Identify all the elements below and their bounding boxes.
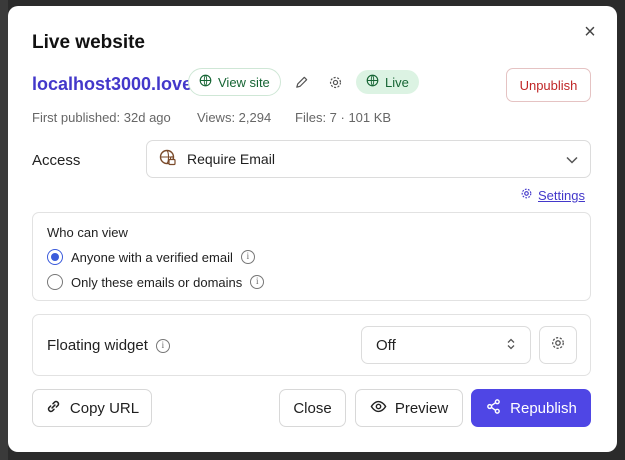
chevron-down-icon xyxy=(566,151,578,167)
access-label: Access xyxy=(32,152,81,169)
live-status-badge: Live xyxy=(356,70,419,94)
preview-button[interactable]: Preview xyxy=(355,389,463,427)
pencil-icon[interactable] xyxy=(289,70,313,94)
floating-widget-panel: Floating widget i Off xyxy=(32,314,591,376)
radio-option-label: Anyone with a verified email xyxy=(71,249,233,265)
site-url-link[interactable]: localhost3000.love xyxy=(32,74,192,95)
radio-button[interactable] xyxy=(47,274,63,290)
info-icon[interactable]: i xyxy=(240,250,255,264)
lock-globe-icon xyxy=(159,149,177,170)
view-site-button[interactable]: View site xyxy=(188,68,281,96)
settings-link[interactable]: Settings xyxy=(520,187,585,203)
floating-widget-row: Floating widget i xyxy=(47,337,170,354)
floating-widget-select[interactable]: Off xyxy=(361,326,531,364)
files-info-text: Files: 7 · 101 KB xyxy=(295,110,392,125)
share-icon xyxy=(485,398,502,419)
access-select[interactable]: Require Email xyxy=(146,140,591,178)
close-icon[interactable]: × xyxy=(580,22,600,42)
widget-settings-button[interactable] xyxy=(539,326,577,364)
preview-label: Preview xyxy=(394,399,449,417)
first-published-text: First published: 32d ago xyxy=(32,110,171,125)
views-count-text: Views: 2,294 xyxy=(197,110,272,125)
floating-widget-value: Off xyxy=(376,336,396,354)
chevron-up-down-icon xyxy=(506,338,516,353)
floating-widget-label: Floating widget xyxy=(47,337,148,354)
backdrop xyxy=(0,0,8,460)
info-icon[interactable]: i xyxy=(155,338,170,353)
republish-label: Republish xyxy=(510,399,577,417)
republish-button[interactable]: Republish xyxy=(471,389,591,427)
gear-icon[interactable] xyxy=(323,70,347,94)
live-website-dialog: Live website × localhost3000.love View s… xyxy=(8,6,617,452)
globe-icon xyxy=(366,74,379,90)
globe-icon xyxy=(199,74,212,90)
gear-icon xyxy=(520,187,533,203)
radio-option-emails-domains[interactable]: Only these emails or domains i xyxy=(47,274,265,290)
close-button[interactable]: Close xyxy=(279,389,346,427)
who-can-view-title: Who can view xyxy=(47,225,128,240)
copy-url-label: Copy URL xyxy=(69,399,140,417)
radio-option-verified-email[interactable]: Anyone with a verified email i xyxy=(47,249,255,265)
gear-icon xyxy=(550,335,566,356)
unpublish-button[interactable]: Unpublish xyxy=(506,68,591,102)
eye-icon xyxy=(370,398,387,419)
radio-button-selected[interactable] xyxy=(47,249,63,265)
copy-url-button[interactable]: Copy URL xyxy=(32,389,152,427)
who-can-view-panel: Who can view Anyone with a verified emai… xyxy=(32,212,591,301)
radio-option-label: Only these emails or domains xyxy=(71,274,243,290)
view-site-label: View site xyxy=(218,74,270,90)
access-select-value: Require Email xyxy=(187,151,275,167)
settings-link-label: Settings xyxy=(538,187,585,203)
link-icon xyxy=(45,398,62,419)
live-status-label: Live xyxy=(385,74,409,90)
info-icon[interactable]: i xyxy=(250,275,265,289)
dialog-title: Live website xyxy=(32,32,145,53)
